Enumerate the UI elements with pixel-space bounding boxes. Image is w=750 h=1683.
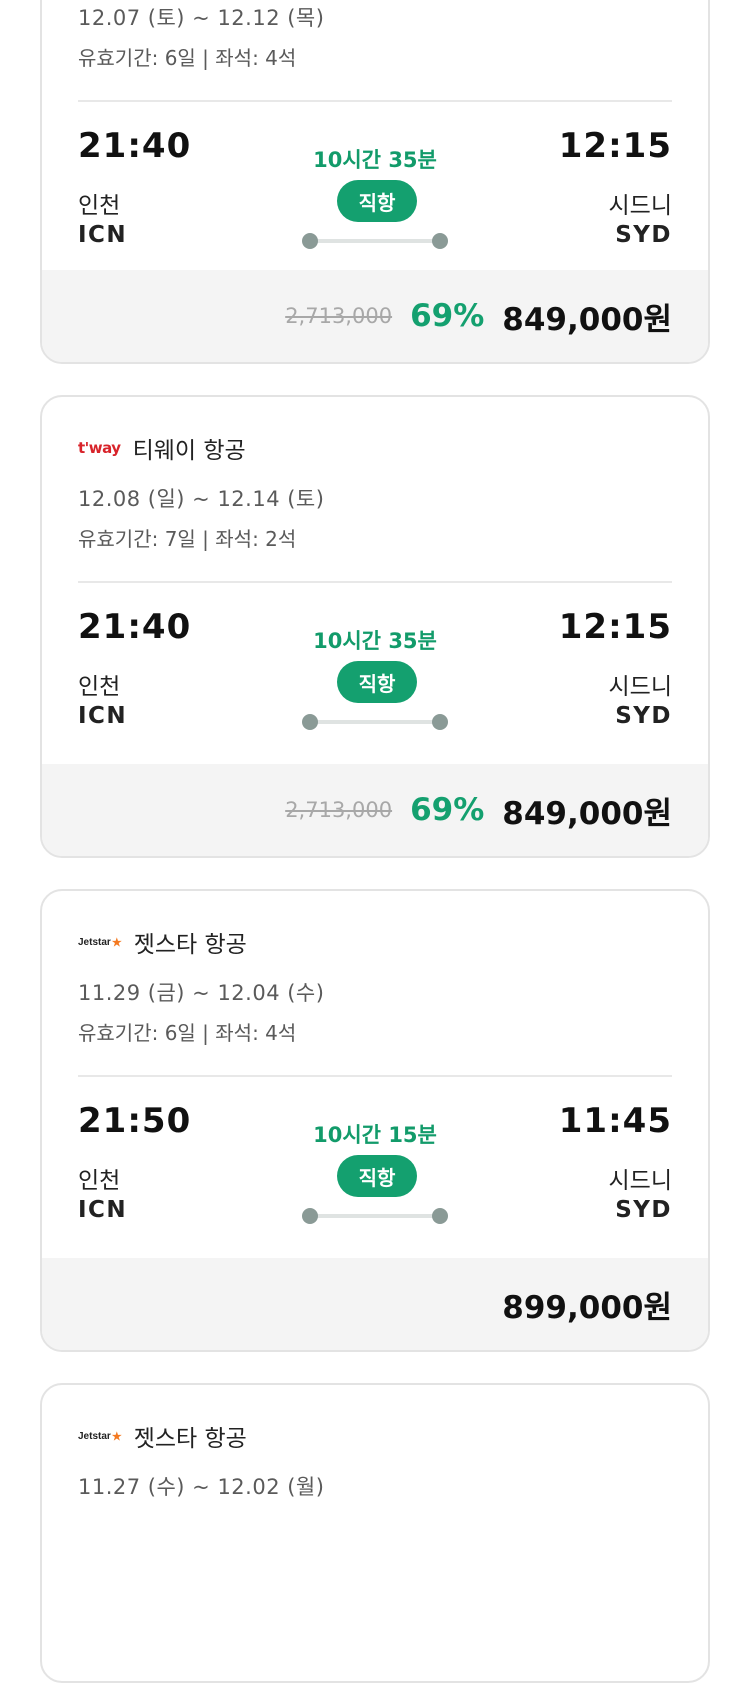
arrival-city: 시드니 bbox=[608, 193, 672, 219]
original-price: 2,713,000 bbox=[285, 304, 393, 328]
price-bar: 2,713,000 69% 849,000원 bbox=[42, 270, 708, 362]
destination-dot bbox=[432, 1208, 448, 1224]
price-bar: 2,713,000 69% 849,000원 bbox=[42, 764, 708, 856]
departure-city: 인천 bbox=[78, 674, 121, 700]
arrival-time: 12:15 bbox=[558, 607, 672, 647]
price-bar: 899,000원 bbox=[42, 1258, 708, 1350]
airline-row: t'way 티웨이 항공 bbox=[78, 431, 246, 465]
flight-card[interactable]: t'way 티웨이 항공 12.08 (일) ~ 12.14 (토) 유효기간:… bbox=[40, 395, 710, 858]
discount-rate: 69% bbox=[410, 792, 485, 828]
travel-dates: 12.08 (일) ~ 12.14 (토) bbox=[78, 487, 325, 511]
jetstar-logo-text: Jetstar bbox=[78, 936, 111, 948]
airline-row: Jetstar ★ 젯스타 항공 bbox=[78, 1419, 247, 1453]
flight-card[interactable]: Jetstar ★ 젯스타 항공 11.29 (금) ~ 12.04 (수) 유효… bbox=[40, 889, 710, 1352]
validity-seats: 유효기간: 6일 | 좌석: 4석 bbox=[78, 1021, 297, 1045]
departure-city: 인천 bbox=[78, 193, 121, 219]
divider bbox=[78, 100, 672, 102]
direct-flight-badge: 직항 bbox=[337, 1155, 417, 1197]
departure-code: ICN bbox=[78, 703, 128, 729]
validity-seats: 유효기간: 7일 | 좌석: 2석 bbox=[78, 527, 297, 551]
arrival-code: SYD bbox=[615, 1197, 672, 1223]
arrival-time: 11:45 bbox=[558, 1101, 672, 1141]
direct-flight-badge: 직항 bbox=[337, 661, 417, 703]
airline-name: 젯스타 항공 bbox=[133, 1426, 247, 1452]
jetstar-logo-icon: Jetstar ★ bbox=[78, 1430, 122, 1443]
tway-logo-icon: t'way bbox=[78, 439, 121, 457]
route-line bbox=[310, 1214, 440, 1218]
travel-dates: 11.29 (금) ~ 12.04 (수) bbox=[78, 981, 325, 1005]
jetstar-logo-text: Jetstar bbox=[78, 1430, 111, 1442]
jetstar-logo-icon: Jetstar ★ bbox=[78, 936, 122, 949]
arrival-code: SYD bbox=[615, 222, 672, 248]
destination-dot bbox=[432, 233, 448, 249]
route-line bbox=[310, 239, 440, 243]
origin-dot bbox=[302, 714, 318, 730]
flight-card[interactable]: Jetstar ★ 젯스타 항공 11.27 (수) ~ 12.02 (월) bbox=[40, 1383, 710, 1683]
star-icon: ★ bbox=[111, 1430, 122, 1443]
direct-flight-badge: 직항 bbox=[337, 180, 417, 222]
destination-dot bbox=[432, 714, 448, 730]
arrival-time: 12:15 bbox=[558, 126, 672, 166]
origin-dot bbox=[302, 233, 318, 249]
star-icon: ★ bbox=[111, 936, 122, 949]
departure-city: 인천 bbox=[78, 1168, 121, 1194]
divider bbox=[78, 581, 672, 583]
arrival-city: 시드니 bbox=[608, 1168, 672, 1194]
arrival-city: 시드니 bbox=[608, 674, 672, 700]
final-price: 849,000원 bbox=[502, 301, 672, 338]
validity-seats: 유효기간: 6일 | 좌석: 4석 bbox=[78, 46, 297, 70]
airline-name: 젯스타 항공 bbox=[133, 932, 247, 958]
airline-name: 티웨이 항공 bbox=[132, 438, 246, 464]
travel-dates: 12.07 (토) ~ 12.12 (목) bbox=[78, 6, 325, 30]
departure-code: ICN bbox=[78, 222, 128, 248]
final-price: 899,000원 bbox=[502, 1289, 672, 1326]
route-line bbox=[310, 720, 440, 724]
origin-dot bbox=[302, 1208, 318, 1224]
flight-card[interactable]: 12.07 (토) ~ 12.12 (목) 유효기간: 6일 | 좌석: 4석 … bbox=[40, 0, 710, 364]
airline-row: Jetstar ★ 젯스타 항공 bbox=[78, 925, 247, 959]
arrival-code: SYD bbox=[615, 703, 672, 729]
departure-code: ICN bbox=[78, 1197, 128, 1223]
divider bbox=[78, 1075, 672, 1077]
travel-dates: 11.27 (수) ~ 12.02 (월) bbox=[78, 1475, 325, 1499]
final-price: 849,000원 bbox=[502, 795, 672, 832]
original-price: 2,713,000 bbox=[285, 798, 393, 822]
discount-rate: 69% bbox=[410, 298, 485, 334]
